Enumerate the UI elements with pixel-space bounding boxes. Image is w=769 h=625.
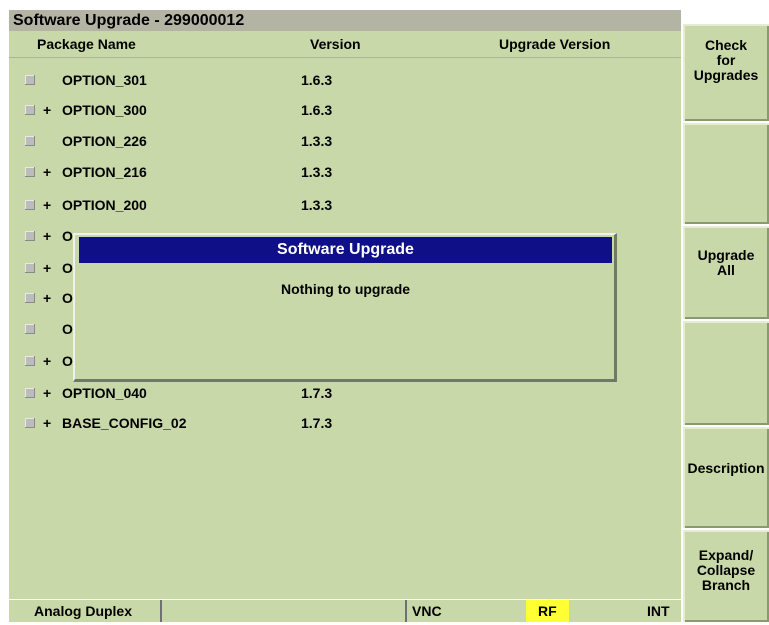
package-name: BASE_CONFIG_02 — [62, 415, 187, 431]
package-name: OPTION_226 — [62, 133, 147, 149]
softkey-panel: Check for Upgrades Upgrade All Descripti… — [683, 10, 769, 622]
package-version: 1.7.3 — [301, 415, 333, 431]
package-name: OPTION_216 — [62, 164, 147, 180]
expand-collapse-branch-button[interactable]: Expand/ Collapse Branch — [683, 530, 769, 622]
expand-icon[interactable]: + — [43, 352, 51, 370]
checkbox[interactable] — [25, 418, 35, 428]
expand-icon[interactable]: + — [43, 289, 51, 307]
package-name: O — [62, 353, 73, 369]
blank-softkey-button[interactable] — [683, 123, 769, 224]
check-for-upgrades-button[interactable]: Check for Upgrades — [683, 24, 769, 121]
dialog-title: Software Upgrade — [79, 237, 612, 263]
dialog-message: Nothing to upgrade — [280, 281, 411, 297]
package-row[interactable]: + OPTION_040 1.7.3 — [9, 382, 681, 404]
checkbox[interactable] — [25, 388, 35, 398]
checkbox[interactable] — [25, 231, 35, 241]
status-int: INT — [647, 603, 670, 619]
package-version: 1.6.3 — [301, 102, 333, 118]
blank-softkey-button[interactable] — [683, 321, 769, 425]
package-row[interactable]: + OPTION_200 1.3.3 — [9, 194, 681, 216]
package-version: 1.3.3 — [301, 197, 333, 213]
checkbox[interactable] — [25, 75, 35, 85]
checkbox[interactable] — [25, 263, 35, 273]
package-version: 1.3.3 — [301, 164, 333, 180]
package-version: 1.6.3 — [301, 72, 333, 88]
expand-icon[interactable]: + — [43, 196, 51, 214]
package-version: 1.3.3 — [301, 133, 333, 149]
expand-icon[interactable]: + — [43, 227, 51, 245]
checkbox[interactable] — [25, 356, 35, 366]
package-row[interactable]: OPTION_226 1.3.3 — [9, 130, 681, 152]
status-divider — [160, 600, 162, 622]
package-name: OPTION_301 — [62, 72, 147, 88]
upgrade-all-button[interactable]: Upgrade All — [683, 226, 769, 319]
package-name: O — [62, 228, 73, 244]
upgrade-dialog: Software Upgrade Nothing to upgrade — [73, 233, 617, 382]
checkbox[interactable] — [25, 105, 35, 115]
expand-icon[interactable]: + — [43, 414, 51, 432]
package-name: OPTION_200 — [62, 197, 147, 213]
expand-icon[interactable]: + — [43, 384, 51, 402]
package-row[interactable]: + OPTION_216 1.3.3 — [9, 161, 681, 183]
status-bar: Analog Duplex VNC RF INT — [9, 600, 681, 622]
status-rf: RF — [526, 600, 569, 622]
package-name: O — [62, 260, 73, 276]
package-row[interactable]: + OPTION_300 1.6.3 — [9, 99, 681, 121]
package-version: 1.7.3 — [301, 385, 333, 401]
status-vnc: VNC — [412, 603, 442, 619]
screen: Software Upgrade - 299000012 Package Nam… — [0, 0, 769, 625]
status-mode: Analog Duplex — [34, 603, 133, 619]
package-name: O — [62, 290, 73, 306]
softkey-label: Upgrade All — [697, 247, 755, 278]
description-button[interactable]: Description — [683, 427, 769, 528]
softkey-label: Description — [687, 460, 765, 476]
expand-icon[interactable]: + — [43, 101, 51, 119]
expand-icon[interactable]: + — [43, 259, 51, 277]
package-name: OPTION_040 — [62, 385, 147, 401]
checkbox[interactable] — [25, 293, 35, 303]
expand-icon[interactable]: + — [43, 163, 51, 181]
softkey-label: Expand/ Collapse Branch — [696, 547, 756, 593]
package-row[interactable]: OPTION_301 1.6.3 — [9, 69, 681, 91]
checkbox[interactable] — [25, 136, 35, 146]
checkbox[interactable] — [25, 324, 35, 334]
package-row[interactable]: + BASE_CONFIG_02 1.7.3 — [9, 412, 681, 434]
softkey-label: Check for Upgrades — [693, 37, 759, 83]
status-divider — [405, 600, 407, 622]
checkbox[interactable] — [25, 200, 35, 210]
package-name: O — [62, 321, 73, 337]
checkbox[interactable] — [25, 167, 35, 177]
package-name: OPTION_300 — [62, 102, 147, 118]
